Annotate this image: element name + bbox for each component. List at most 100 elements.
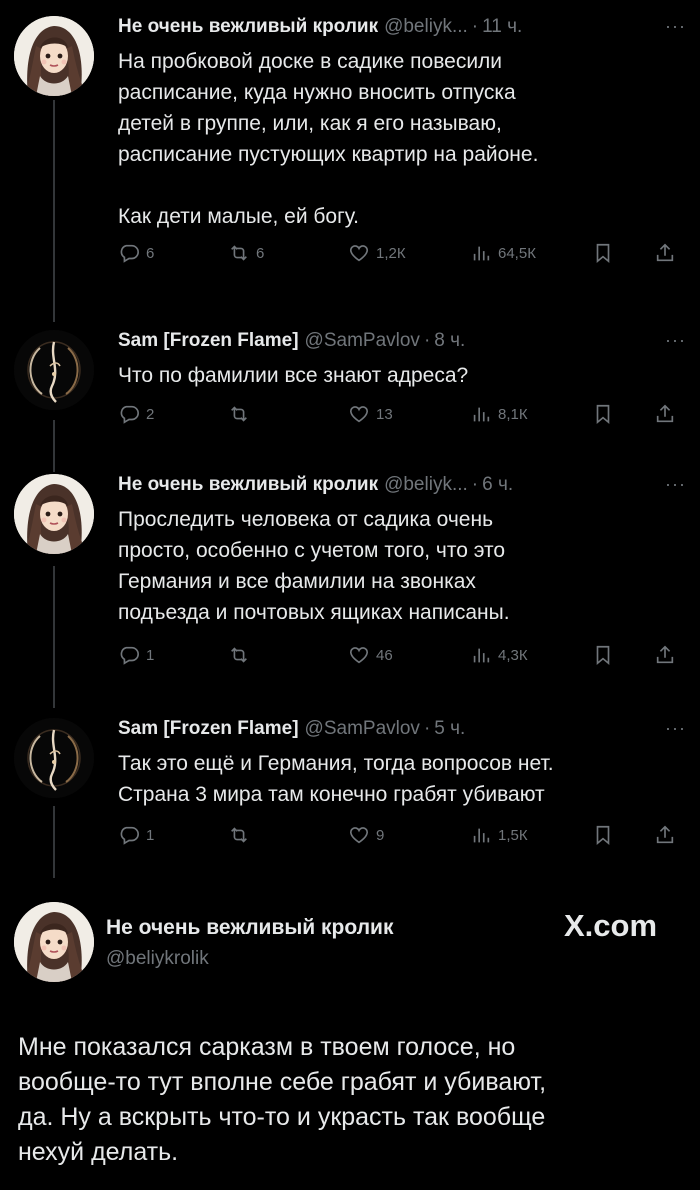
separator-dot: · (471, 474, 479, 495)
main-tweet-text: Мне показался сарказм в твоем голосе, но… (18, 1030, 682, 1170)
like-button[interactable]: 46 (348, 644, 393, 666)
reply-button[interactable]: 1 (118, 644, 154, 666)
repost-button[interactable] (228, 824, 256, 846)
author-name[interactable]: Не очень вежливый кролик (106, 916, 393, 940)
author-handle[interactable]: @SamPavlov (305, 330, 420, 352)
thread-line (53, 806, 55, 878)
views-button[interactable]: 64,5К (470, 242, 536, 264)
views-button[interactable]: 4,3К (470, 644, 528, 666)
timestamp[interactable]: 5 ч. (434, 718, 465, 740)
bookmark-button[interactable] (592, 824, 614, 846)
views-icon (470, 644, 492, 666)
views-count: 8,1К (498, 405, 528, 423)
views-button[interactable]: 8,1К (470, 403, 528, 425)
text-line: Мне показался сарказм в твоем голосе, но (18, 1033, 516, 1061)
avatar[interactable] (14, 718, 94, 798)
tweet-actions: 6 6 1,2К 64,5К (118, 242, 686, 270)
text-line: Так это ещё и Германия, тогда вопросов н… (118, 752, 554, 775)
thread-line (53, 420, 55, 472)
views-icon (470, 242, 492, 264)
x-watermark: X.com (564, 908, 658, 943)
avatar[interactable] (14, 330, 94, 410)
bookmark-icon (592, 644, 614, 666)
views-count: 1,5К (498, 826, 528, 844)
bookmark-button[interactable] (592, 644, 614, 666)
author-handle[interactable]: @beliyk... (384, 474, 468, 496)
more-icon[interactable]: ··· (665, 718, 686, 739)
like-button[interactable]: 9 (348, 824, 384, 846)
reply-button[interactable]: 2 (118, 403, 154, 425)
text-line: Проследить человека от садика очень (118, 508, 494, 531)
reply-count: 1 (146, 646, 155, 664)
heart-icon (348, 824, 370, 846)
reply-icon (118, 824, 140, 846)
repost-count: 6 (256, 244, 265, 262)
tweet-text: Проследить человека от садика очень прос… (118, 504, 686, 628)
more-icon[interactable]: ··· (665, 16, 686, 37)
avatar[interactable] (14, 902, 94, 982)
views-icon (470, 824, 492, 846)
share-icon (654, 824, 676, 846)
more-icon[interactable]: ··· (665, 474, 686, 495)
like-button[interactable]: 13 (348, 403, 393, 425)
author-name[interactable]: Не очень вежливый кролик (118, 474, 378, 496)
share-button[interactable] (654, 403, 676, 425)
more-icon[interactable]: ··· (665, 330, 686, 351)
views-count: 4,3К (498, 646, 528, 664)
like-button[interactable]: 1,2К (348, 242, 406, 264)
timestamp[interactable]: 8 ч. (434, 330, 465, 352)
share-icon (654, 644, 676, 666)
avatar[interactable] (14, 16, 94, 96)
bookmark-button[interactable] (592, 242, 614, 264)
separator-dot: · (423, 718, 431, 739)
timestamp[interactable]: 6 ч. (482, 474, 513, 496)
repost-icon (228, 242, 250, 264)
heart-icon (348, 403, 370, 425)
tweet-text: На пробковой доске в садике повесили рас… (118, 46, 686, 232)
timestamp[interactable]: 11 ч. (482, 16, 522, 38)
like-count: 9 (376, 826, 385, 844)
text-line: расписание, куда нужно вносить отпуска (118, 81, 516, 104)
views-icon (470, 403, 492, 425)
repost-icon (228, 824, 250, 846)
text-line: Страна 3 мира там конечно грабят убивают (118, 783, 545, 806)
text-line: детей в группе, или, как я его называю, (118, 112, 502, 135)
author-name[interactable]: Sam [Frozen Flame] (118, 330, 299, 352)
share-icon (654, 242, 676, 264)
tweet-actions: 1 9 1,5К (118, 824, 686, 852)
heart-icon (348, 242, 370, 264)
share-button[interactable] (654, 644, 676, 666)
text-line: расписание пустующих квартир на районе. (118, 143, 539, 166)
tweet-text: Так это ещё и Германия, тогда вопросов н… (118, 748, 686, 810)
text-line: просто, особенно с учетом того, что это (118, 539, 506, 562)
share-button[interactable] (654, 824, 676, 846)
bookmark-icon (592, 824, 614, 846)
reply-icon (118, 403, 140, 425)
text-line: Германия и все фамилии на звонках (118, 570, 476, 593)
repost-button[interactable] (228, 403, 256, 425)
tweet-text: Что по фамилии все знают адреса? (118, 360, 686, 391)
repost-button[interactable]: 6 (228, 242, 264, 264)
author-handle[interactable]: @beliyk... (384, 16, 468, 38)
reply-count: 2 (146, 405, 155, 423)
author-name[interactable]: Не очень вежливый кролик (118, 16, 378, 38)
share-button[interactable] (654, 242, 676, 264)
reply-count: 1 (146, 826, 155, 844)
views-button[interactable]: 1,5К (470, 824, 528, 846)
avatar[interactable] (14, 474, 94, 554)
repost-button[interactable] (228, 644, 256, 666)
author-name[interactable]: Sam [Frozen Flame] (118, 718, 299, 740)
repost-icon (228, 644, 250, 666)
text-line: На пробковой доске в садике повесили (118, 50, 503, 73)
separator-dot: · (471, 16, 479, 37)
bookmark-button[interactable] (592, 403, 614, 425)
tweet-actions: 1 46 4,3К (118, 644, 686, 672)
text-line: Как дети малые, ей богу. (118, 205, 360, 228)
text-line: подъезда и почтовых ящиках написаны. (118, 601, 510, 624)
author-handle[interactable]: @SamPavlov (305, 718, 420, 740)
reply-button[interactable]: 6 (118, 242, 154, 264)
author-handle[interactable]: @beliykrolik (106, 948, 209, 970)
text-line: да. Ну а вскрыть что-то и украсть так во… (18, 1103, 546, 1131)
reply-button[interactable]: 1 (118, 824, 154, 846)
text-line: вообще-то тут вполне себе грабят и убива… (18, 1068, 547, 1096)
